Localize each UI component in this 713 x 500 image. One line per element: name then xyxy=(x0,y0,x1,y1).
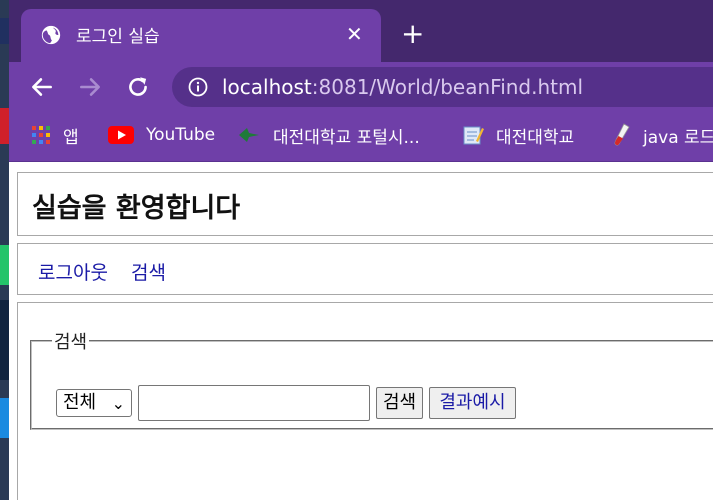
desktop-icon xyxy=(0,108,9,144)
chevron-down-icon: ⌄ xyxy=(111,394,125,413)
leaf-icon xyxy=(239,128,259,142)
new-tab-icon[interactable]: + xyxy=(401,20,424,48)
youtube-icon xyxy=(108,126,134,144)
address-bar[interactable]: localhost:8081/World/beanFind.html xyxy=(172,67,713,107)
logout-link[interactable]: 로그아웃 xyxy=(38,258,108,285)
search-button[interactable]: 검색 xyxy=(376,387,423,419)
search-scope-value: 전체 xyxy=(63,392,97,413)
desktop-icon xyxy=(0,398,9,438)
bookmark-label: java 로드 xyxy=(643,127,713,148)
browser-tab[interactable]: 로그인 실습 ✕ xyxy=(21,9,381,62)
test-tube-icon xyxy=(614,123,630,146)
close-tab-icon[interactable]: ✕ xyxy=(346,23,363,45)
bookmark-label: 대전대학교 포털시... xyxy=(273,127,420,148)
search-input[interactable] xyxy=(138,385,370,421)
desktop-edge xyxy=(0,0,9,500)
bookmark-label: 앱 xyxy=(63,127,79,148)
bookmark-label: 대전대학교 xyxy=(496,127,575,148)
info-icon[interactable] xyxy=(188,77,208,97)
bookmark-java[interactable]: java 로드 xyxy=(613,122,713,148)
desktop-icon xyxy=(0,245,9,285)
tab-title: 로그인 실습 xyxy=(76,27,160,47)
bookmark-dju[interactable]: 대전대학교 xyxy=(462,122,574,148)
browser-toolbar: localhost:8081/World/beanFind.html xyxy=(9,62,713,112)
url-host: localhost xyxy=(222,75,312,99)
globe-icon xyxy=(41,25,61,45)
page-viewport: 실습을 환영합니다 로그아웃 검색 검색 전체 ⌄ 검색 결과예시 xyxy=(9,163,713,500)
url-text: localhost:8081/World/beanFind.html xyxy=(222,75,583,99)
tab-strip: 로그인 실습 ✕ + xyxy=(9,0,713,62)
search-fieldset: 검색 전체 ⌄ 검색 결과예시 xyxy=(30,328,713,430)
bookmark-youtube[interactable]: YouTube xyxy=(108,122,215,148)
nav-frame: 로그아웃 검색 xyxy=(17,243,713,295)
forward-arrow-icon[interactable] xyxy=(77,74,103,100)
url-path: :8081/World/beanFind.html xyxy=(311,75,584,99)
bookmark-djuportal[interactable]: 대전대학교 포털시... xyxy=(237,122,420,148)
search-legend: 검색 xyxy=(54,332,88,353)
bookmark-label: YouTube xyxy=(146,125,216,145)
desktop-icon xyxy=(0,18,9,44)
search-link[interactable]: 검색 xyxy=(131,258,166,285)
bookmarks-bar: 앱 YouTube 대전대학교 포털시... 대전대학교 java 로드 xyxy=(9,112,713,162)
header-frame: 실습을 환영합니다 xyxy=(17,172,713,236)
page-title: 실습을 환영합니다 xyxy=(32,193,241,224)
back-arrow-icon[interactable] xyxy=(29,74,55,100)
bookmark-apps[interactable]: 앱 xyxy=(31,122,79,148)
notepad-icon xyxy=(463,126,484,145)
desktop-icon xyxy=(0,300,9,380)
result-example-button[interactable]: 결과예시 xyxy=(429,387,516,419)
search-scope-select[interactable]: 전체 ⌄ xyxy=(56,389,132,417)
reload-icon[interactable] xyxy=(125,74,151,100)
apps-grid-icon xyxy=(32,126,50,144)
main-frame: 검색 전체 ⌄ 검색 결과예시 xyxy=(17,302,713,500)
